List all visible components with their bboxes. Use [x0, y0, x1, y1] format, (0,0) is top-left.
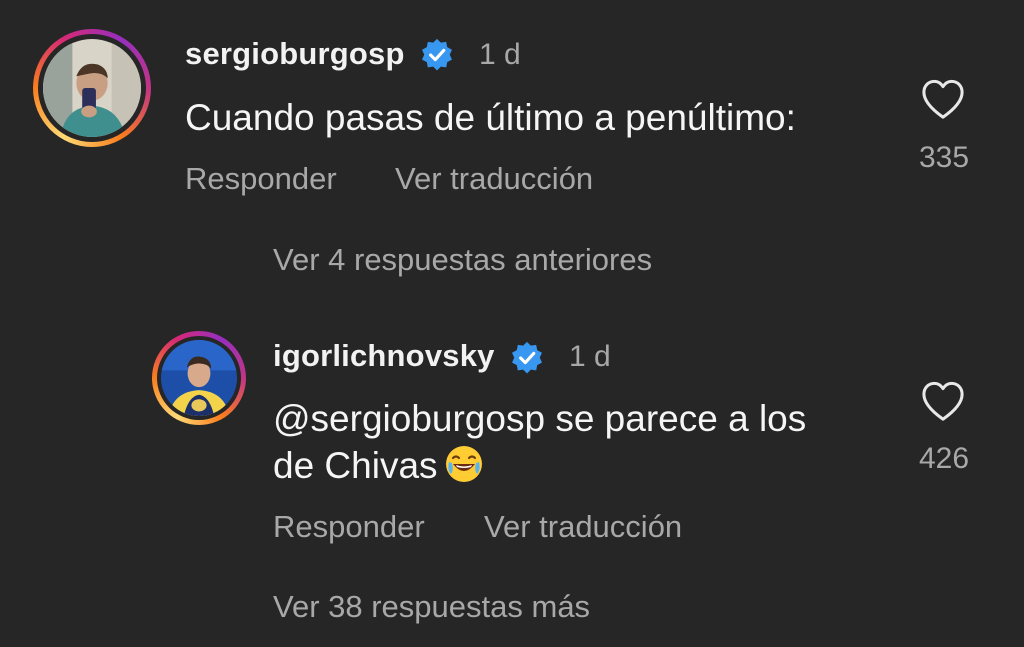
comment-text: Cuando pasas de último a penúltimo:	[185, 97, 796, 138]
translate-button[interactable]: Ver traducción	[484, 509, 682, 545]
laughing-emoji-icon	[444, 444, 484, 484]
comment-text-line2: de Chivas	[273, 443, 484, 489]
avatar[interactable]	[33, 29, 151, 147]
heart-icon[interactable]	[920, 78, 966, 120]
comment-text-line2-content: de Chivas	[273, 445, 438, 486]
mention-link[interactable]: @sergioburgosp	[273, 398, 545, 439]
profile-photo-igorlichnovsky	[161, 340, 237, 416]
comment-text-line1: se parece a los	[545, 398, 807, 439]
comments-screen: sergioburgosp 1 d Cuando pasas de último…	[0, 0, 1024, 647]
comment-username[interactable]: sergioburgosp	[185, 36, 405, 72]
comment-timestamp: 1 d	[569, 340, 611, 373]
like-count: 426	[918, 442, 970, 475]
view-previous-replies-button[interactable]: Ver 4 respuestas anteriores	[273, 242, 652, 278]
verified-badge-icon	[420, 38, 454, 72]
reply-button[interactable]: Responder	[273, 509, 425, 545]
profile-photo-sergioburgosp	[43, 39, 141, 137]
avatar[interactable]	[152, 331, 246, 425]
heart-icon[interactable]	[920, 380, 966, 422]
like-count: 335	[918, 141, 970, 174]
view-more-replies-button[interactable]: Ver 38 respuestas más	[273, 589, 590, 625]
translate-button[interactable]: Ver traducción	[395, 161, 593, 197]
verified-badge-icon	[510, 341, 544, 375]
comment-text: @sergioburgosp se parece a los	[273, 396, 806, 442]
reply-button[interactable]: Responder	[185, 161, 337, 197]
comment-timestamp: 1 d	[479, 38, 521, 71]
comment-username[interactable]: igorlichnovsky	[273, 338, 495, 374]
